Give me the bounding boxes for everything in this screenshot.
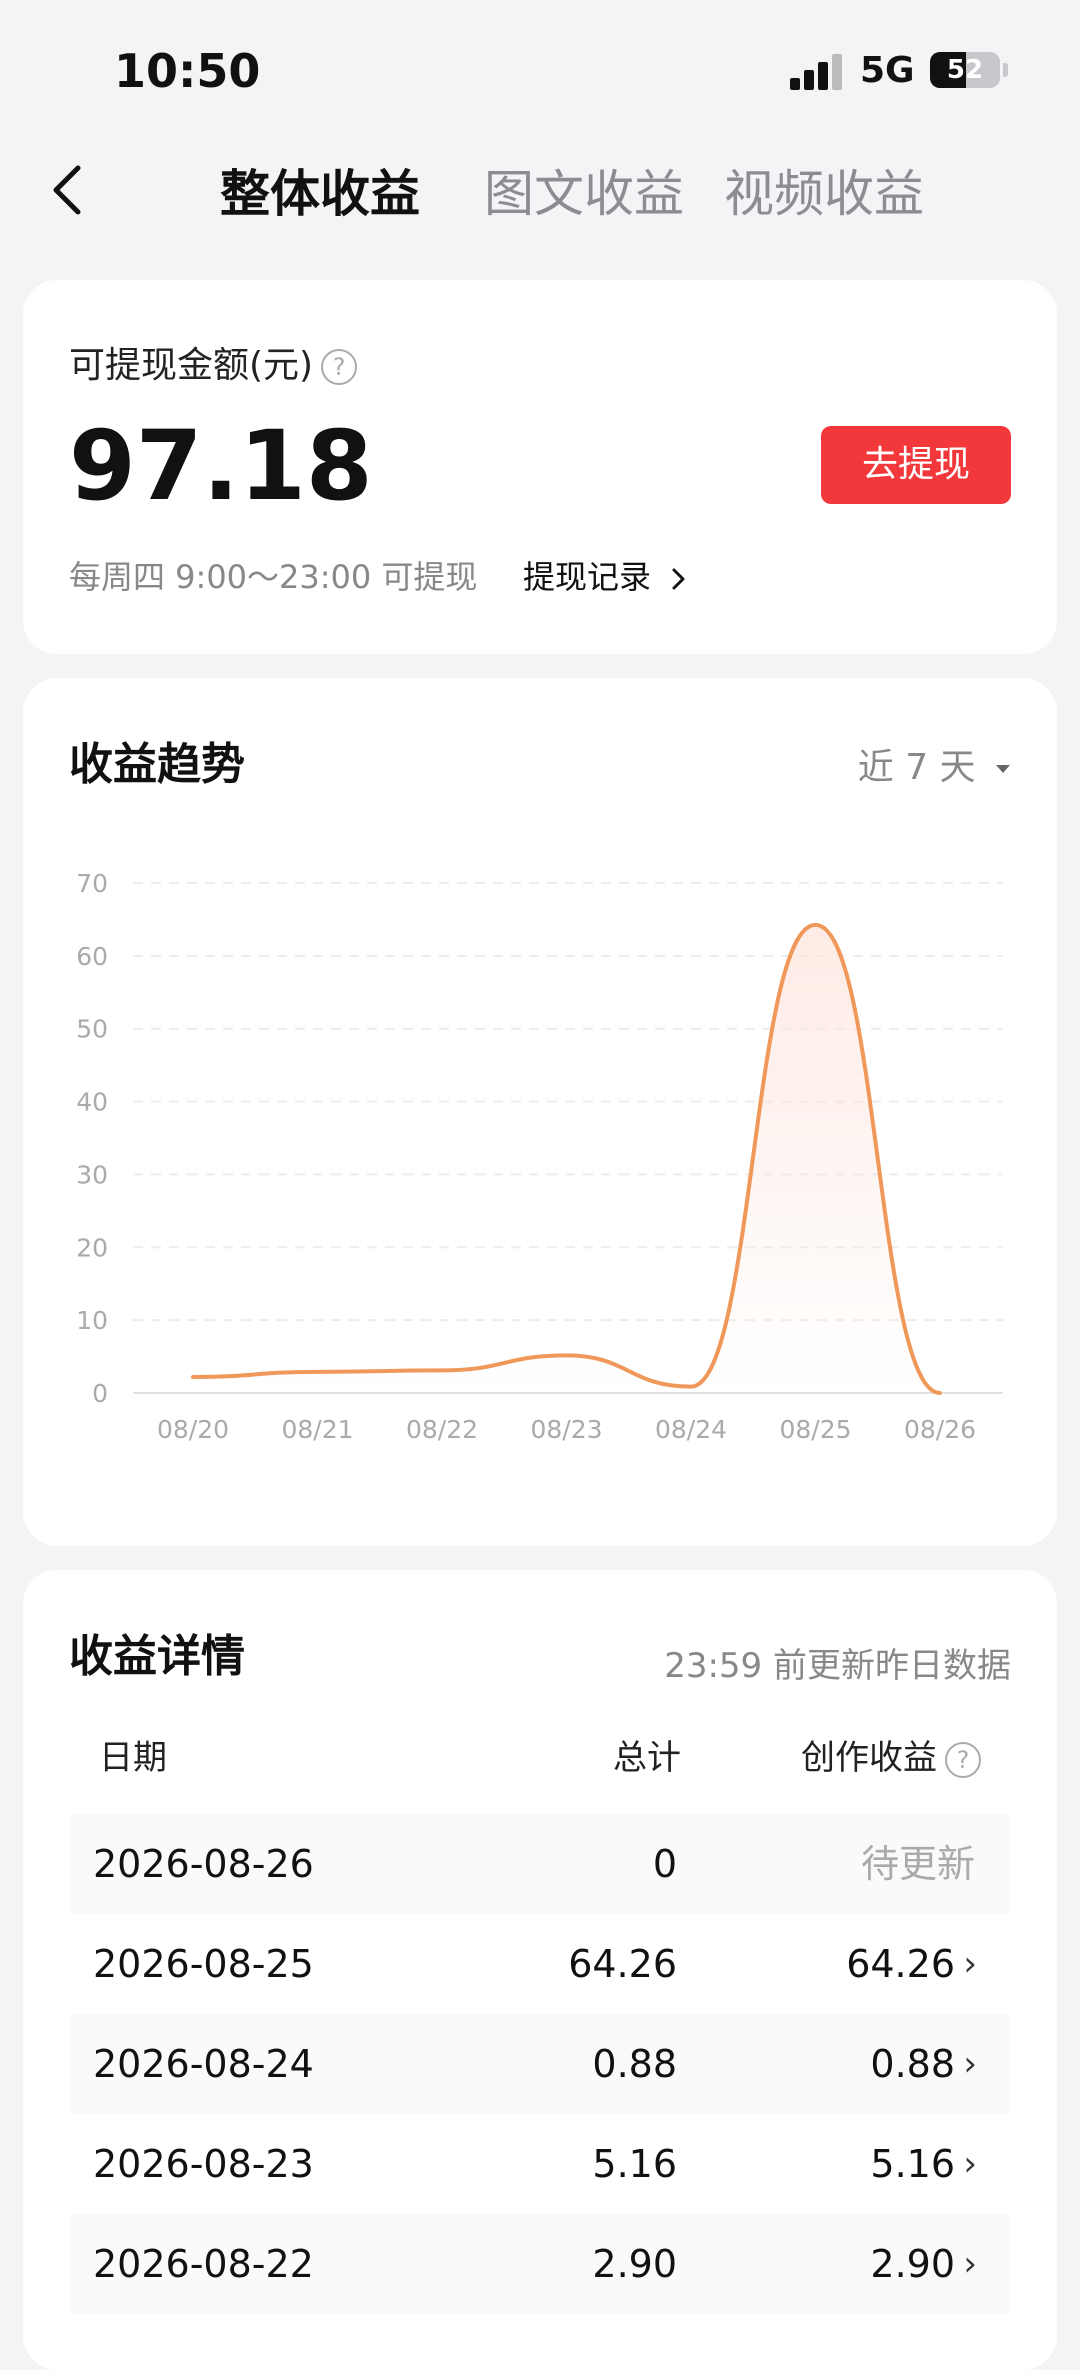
y-tick-label: 70	[76, 869, 108, 898]
tab-overall-earnings[interactable]: 整体收益	[220, 154, 420, 226]
earnings-area	[193, 925, 940, 1393]
row-total: 2.90	[592, 2214, 677, 2314]
x-tick-label: 08/21	[281, 1415, 353, 1444]
row-date: 2026-08-25	[93, 1914, 314, 2014]
y-tick-label: 0	[92, 1379, 108, 1408]
y-tick-label: 60	[76, 942, 108, 971]
y-tick-label: 10	[76, 1306, 108, 1335]
row-total: 0	[653, 1814, 677, 1914]
x-tick-label: 08/26	[904, 1415, 976, 1444]
row-total: 64.26	[568, 1914, 677, 2014]
tab-article-earnings[interactable]: 图文收益	[484, 154, 684, 226]
x-tick-label: 08/23	[530, 1415, 602, 1444]
withdraw-record-link[interactable]: 提现记录	[523, 552, 689, 598]
details-title: 收益详情	[69, 1620, 245, 1684]
earnings-trend-chart: 0 10 20 30 40 50 60 70 08/20 08/21 08/22 08/23 08/24…	[23, 678, 1057, 1546]
chevron-right-icon: ›	[963, 2214, 977, 2314]
table-row[interactable]: 2026-08-25 64.26 64.26 ›	[69, 1914, 1011, 2014]
x-tick-label: 08/20	[157, 1415, 229, 1444]
x-tick-label: 08/24	[655, 1415, 727, 1444]
status-time: 10:50	[114, 44, 260, 98]
network-type: 5G	[860, 50, 915, 91]
chevron-left-icon[interactable]	[40, 160, 100, 220]
x-tick-label: 08/25	[779, 1415, 851, 1444]
status-bar: 10:50 5G 52	[0, 0, 1080, 130]
battery-tip	[1003, 63, 1008, 77]
row-creation: 64.26	[846, 1914, 955, 2014]
battery-icon: 52	[930, 52, 1000, 88]
row-date: 2026-08-24	[93, 2014, 314, 2114]
chevron-right-icon: ›	[963, 2014, 977, 2114]
battery-level: 52	[930, 52, 1000, 88]
details-card: 收益详情 23:59 前更新昨日数据 日期 总计 创作收益? 2026-08-2…	[23, 1570, 1057, 2370]
withdraw-button[interactable]: 去提现	[821, 426, 1011, 504]
row-creation: 0.88	[870, 2014, 955, 2114]
column-creation-label: 创作收益	[801, 1738, 937, 1778]
column-creation: 创作收益?	[801, 1730, 981, 1779]
balance-amount: 97.18	[69, 410, 373, 522]
row-creation: 2.90	[870, 2214, 955, 2314]
table-row[interactable]: 2026-08-24 0.88 0.88 ›	[69, 2014, 1011, 2114]
row-creation: 5.16	[870, 2114, 955, 2214]
row-total: 0.88	[592, 2014, 677, 2114]
table-row[interactable]: 2026-08-23 5.16 5.16 ›	[69, 2114, 1011, 2214]
x-tick-label: 08/22	[406, 1415, 478, 1444]
chevron-right-icon	[669, 564, 689, 594]
balance-card: 可提现金额(元)? 97.18 去提现 每周四 9:00～23:00 可提现 提…	[23, 280, 1057, 654]
chevron-right-icon: ›	[963, 2114, 977, 2214]
column-date: 日期	[99, 1730, 167, 1779]
chevron-right-icon: ›	[963, 1914, 977, 2014]
update-note: 23:59 前更新昨日数据	[664, 1638, 1011, 1687]
signal-icon	[790, 52, 844, 90]
withdraw-schedule: 每周四 9:00～23:00 可提现	[69, 552, 477, 598]
question-circle-icon[interactable]: ?	[321, 349, 357, 385]
tab-video-earnings[interactable]: 视频收益	[724, 154, 924, 226]
balance-label: 可提现金额(元)	[69, 345, 313, 386]
row-date: 2026-08-26	[93, 1814, 314, 1914]
trend-card: 收益趋势 近 7 天 01020304050607008/2008/2108/2…	[23, 678, 1057, 1546]
row-creation-pending: 待更新	[861, 1814, 975, 1914]
y-tick-label: 50	[76, 1015, 108, 1044]
withdraw-record-label: 提现记录	[523, 558, 651, 596]
balance-label-row: 可提现金额(元)?	[69, 336, 357, 388]
question-circle-icon[interactable]: ?	[945, 1742, 981, 1778]
table-row[interactable]: 2026-08-22 2.90 2.90 ›	[69, 2214, 1011, 2314]
y-tick-label: 30	[76, 1160, 108, 1189]
top-nav: 整体收益 图文收益 视频收益	[0, 130, 1080, 250]
row-total: 5.16	[592, 2114, 677, 2214]
y-tick-label: 40	[76, 1088, 108, 1117]
column-total: 总计	[613, 1730, 681, 1779]
row-date: 2026-08-22	[93, 2214, 314, 2314]
table-row: 2026-08-26 0 待更新	[69, 1814, 1011, 1914]
y-tick-label: 20	[76, 1233, 108, 1262]
row-date: 2026-08-23	[93, 2114, 314, 2214]
